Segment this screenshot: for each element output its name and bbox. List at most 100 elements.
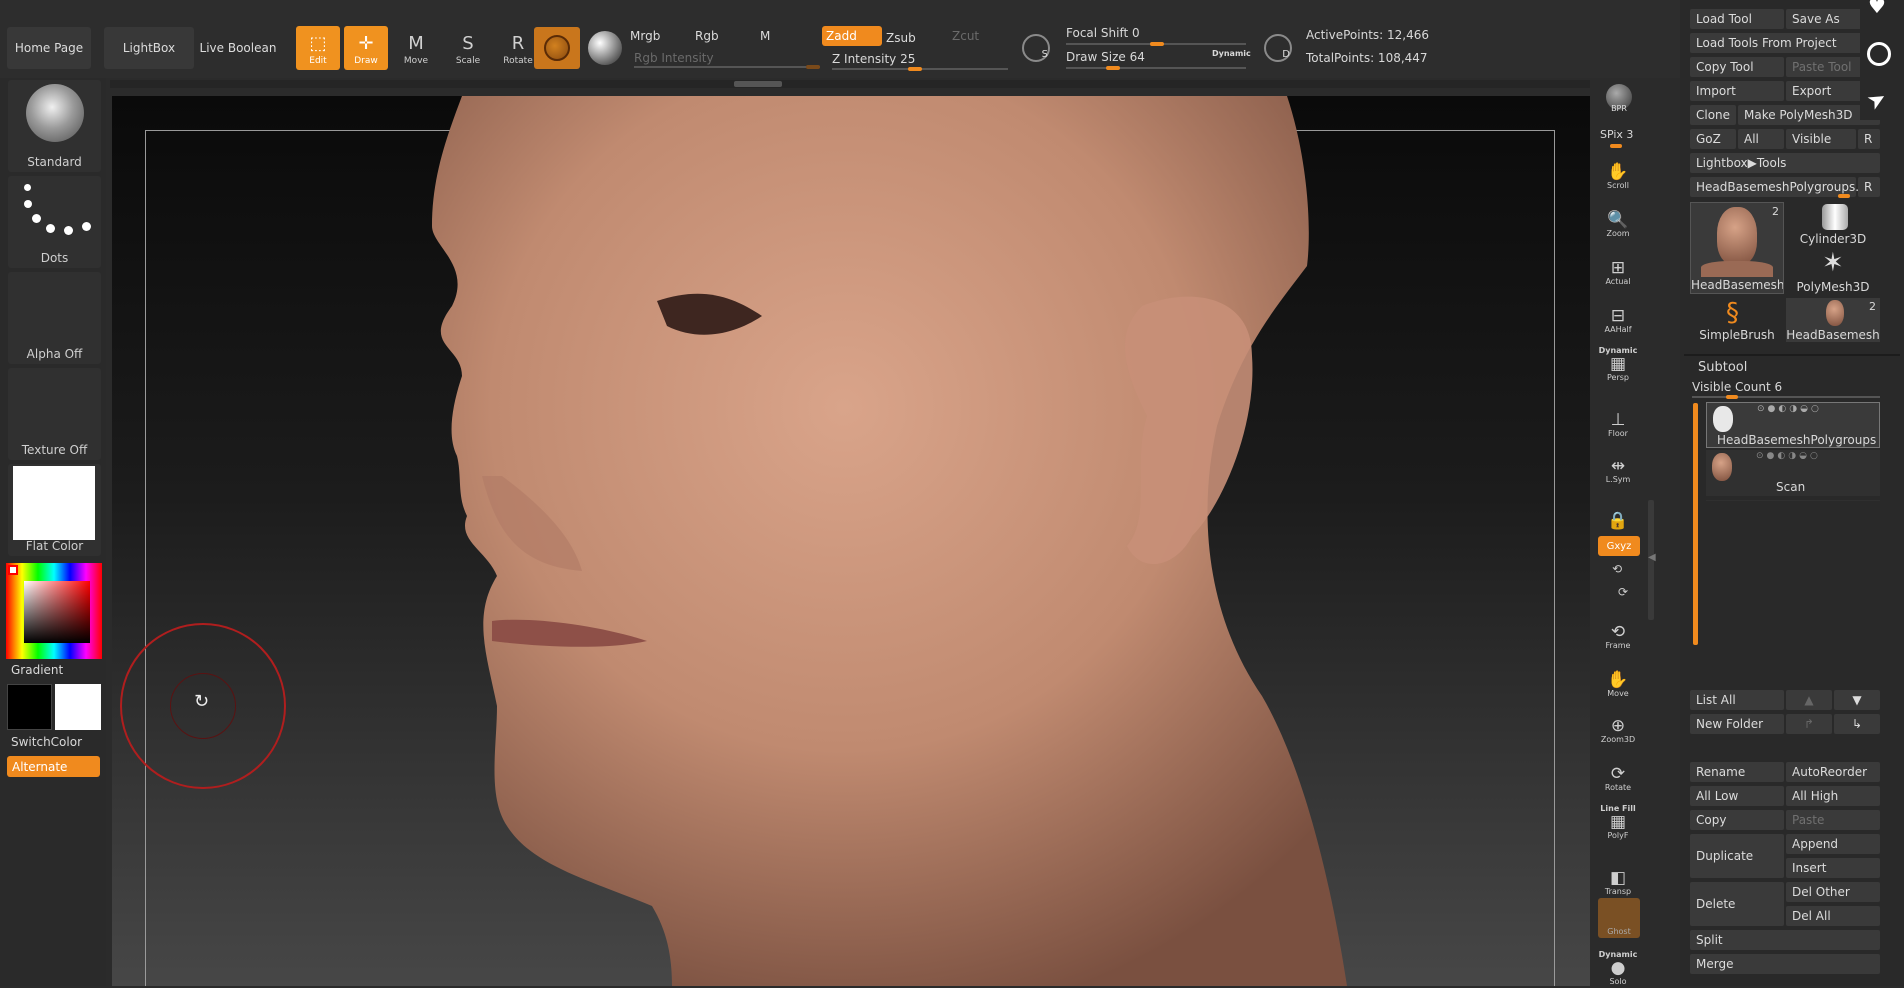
split-button[interactable]: Split <box>1690 930 1880 950</box>
tool-scale-button[interactable]: S Scale <box>446 26 490 70</box>
goz-button[interactable]: GoZ <box>1690 129 1736 149</box>
shelf-persp-button[interactable]: Dynamic ▦ Persp <box>1596 344 1640 384</box>
shelf-lock-button[interactable]: 🔒 <box>1596 492 1640 532</box>
move-up-arrow-icon[interactable]: ▲ <box>1786 690 1832 710</box>
paste-button[interactable]: Paste <box>1786 810 1880 830</box>
current-tool-r-button[interactable]: R <box>1858 177 1880 197</box>
collapse-arrow-icon[interactable]: ◀ <box>1648 552 1656 563</box>
copy-tool-button[interactable]: Copy Tool <box>1690 57 1784 77</box>
shelf-move-button[interactable]: ✋ Move <box>1596 660 1640 700</box>
tool-thumb-headbasemesh[interactable]: 2 HeadBasemesh <box>1690 202 1784 294</box>
visible-count-slider[interactable] <box>1692 396 1880 398</box>
rgb-intensity-knob[interactable] <box>806 65 820 69</box>
subtool-item-headbasemesh[interactable]: ⊙●◐◑◒○ HeadBasemeshPolygroups <box>1706 402 1880 448</box>
main-color-swatch[interactable] <box>7 684 52 730</box>
spix-label[interactable]: SPix 3 <box>1600 128 1633 141</box>
shelf-scroll-button[interactable]: ✋ Scroll <box>1596 152 1640 192</box>
shelf-l-sym-button[interactable]: ⇹ L.Sym <box>1596 446 1640 486</box>
live-boolean-button[interactable]: Live Boolean <box>198 27 278 69</box>
visible-count-knob[interactable] <box>1726 395 1738 399</box>
current-tool-knob[interactable] <box>1838 194 1850 198</box>
tool-edit-button[interactable]: ⬚ Edit <box>296 26 340 70</box>
lightbox-tools-button[interactable]: Lightbox▶Tools <box>1690 153 1880 173</box>
goz-visible-button[interactable]: Visible <box>1786 129 1856 149</box>
color-picker[interactable] <box>6 563 102 659</box>
draw-size-knob[interactable] <box>1106 66 1120 70</box>
subtool-scrollbar[interactable] <box>1693 403 1698 645</box>
move-down-arrow-icon[interactable]: ▼ <box>1834 690 1880 710</box>
clock-icon[interactable] <box>1867 42 1891 66</box>
new-folder-button[interactable]: New Folder <box>1690 714 1784 734</box>
secondary-color-swatch[interactable] <box>55 684 101 730</box>
zsub-button[interactable]: Zsub <box>886 28 946 48</box>
xyz-button[interactable]: Gxyz <box>1598 536 1640 556</box>
shelf-polyf-button[interactable]: Line Fill ▦ PolyF <box>1596 802 1640 842</box>
tool-thumb-polymesh[interactable]: ✶ PolyMesh3D <box>1786 248 1880 294</box>
visible-count-label[interactable]: Visible Count 6 <box>1692 380 1782 394</box>
alternate-button[interactable]: Alternate <box>7 756 100 777</box>
heart-icon[interactable]: ♥ <box>1868 0 1886 18</box>
folder-arrow-2-icon[interactable]: ↳ <box>1834 714 1880 734</box>
shelf-aahalf-button[interactable]: ⊟ AAHalf <box>1596 296 1640 336</box>
material-slot[interactable]: Flat Color <box>8 464 101 556</box>
subtool-toggles[interactable]: ⊙●◐◑◒○ <box>1756 451 1821 461</box>
tool-thumb-simplebrush[interactable]: § SimpleBrush <box>1690 298 1784 342</box>
home-page-button[interactable]: Home Page <box>7 27 91 69</box>
rgb-intensity-slider[interactable] <box>634 66 820 68</box>
s-icon[interactable]: S <box>1022 34 1050 62</box>
viewport-canvas[interactable]: ↻ <box>112 96 1590 986</box>
merge-button[interactable]: Merge <box>1690 954 1880 974</box>
all-low-button[interactable]: All Low <box>1690 786 1784 806</box>
tool-thumb-headbasemesh-2[interactable]: 2 HeadBasemesh <box>1786 298 1880 342</box>
list-all-button[interactable]: List All <box>1690 690 1784 710</box>
clone-button[interactable]: Clone <box>1690 105 1736 125</box>
ghost-button[interactable]: Ghost <box>1598 898 1640 938</box>
shelf-zoom3d-button[interactable]: ⊕ Zoom3D <box>1596 706 1640 746</box>
del-other-button[interactable]: Del Other <box>1786 882 1880 902</box>
mrgb-button[interactable]: Mrgb <box>630 26 690 46</box>
horizontal-scroll-strip[interactable] <box>110 80 1590 88</box>
texture-slot[interactable]: Texture Off <box>8 368 101 460</box>
horizontal-scroll-thumb[interactable] <box>734 81 782 87</box>
rename-button[interactable]: Rename <box>1690 762 1784 782</box>
d-icon[interactable]: D <box>1264 34 1292 62</box>
make-polymesh-button[interactable]: Make PolyMesh3D <box>1738 105 1880 125</box>
focal-shift-knob[interactable] <box>1150 42 1164 46</box>
all-high-button[interactable]: All High <box>1786 786 1880 806</box>
z-intensity-knob[interactable] <box>908 67 922 71</box>
del-all-button[interactable]: Del All <box>1786 906 1880 926</box>
copy-button[interactable]: Copy <box>1690 810 1784 830</box>
zadd-button[interactable]: Zadd <box>822 26 882 46</box>
tool-draw-button[interactable]: ✛ Draw <box>344 26 388 70</box>
material-swatch[interactable] <box>534 27 580 69</box>
autoreorder-button[interactable]: AutoReorder <box>1786 762 1880 782</box>
shelf-actual-button[interactable]: ⊞ Actual <box>1596 248 1640 288</box>
spix-knob[interactable] <box>1610 144 1622 148</box>
duplicate-button[interactable]: Duplicate <box>1690 834 1784 878</box>
switch-color-button[interactable]: SwitchColor <box>11 735 82 749</box>
shelf-zoom-button[interactable]: 🔍 Zoom <box>1596 200 1640 240</box>
shelf-frame-button[interactable]: ⟲ Frame <box>1596 612 1640 652</box>
lightbox-button[interactable]: LightBox <box>104 27 194 69</box>
delete-button[interactable]: Delete <box>1690 882 1784 926</box>
load-from-project-button[interactable]: Load Tools From Project <box>1690 33 1880 53</box>
load-tool-button[interactable]: Load Tool <box>1690 9 1784 29</box>
brush-slot[interactable]: Standard <box>8 80 101 172</box>
append-button[interactable]: Append <box>1786 834 1880 854</box>
gradient-label[interactable]: Gradient <box>11 663 63 677</box>
shelf-rotate-button[interactable]: ⟳ Rotate <box>1596 754 1640 794</box>
zcut-button[interactable]: Zcut <box>952 26 1012 46</box>
rgb-button[interactable]: Rgb <box>695 26 755 46</box>
import-button[interactable]: Import <box>1690 81 1784 101</box>
subtool-toggles[interactable]: ⊙●◐◑◒○ <box>1757 404 1822 414</box>
rotate-z-icon[interactable]: ⟳ <box>1618 585 1628 599</box>
insert-button[interactable]: Insert <box>1786 858 1880 878</box>
current-tool-slider[interactable]: HeadBasemeshPolygroups. <box>1690 177 1859 197</box>
alpha-slot[interactable]: Alpha Off <box>8 272 101 364</box>
subtool-item-scan[interactable]: ⊙●◐◑◒○ Scan <box>1706 450 1880 496</box>
draw-size-slider[interactable] <box>1066 67 1246 69</box>
m-button[interactable]: M <box>760 26 820 46</box>
goz-r-button[interactable]: R <box>1858 129 1880 149</box>
head-model[interactable] <box>112 96 1590 986</box>
shelf-transp-button[interactable]: ◧ Transp <box>1596 858 1640 898</box>
